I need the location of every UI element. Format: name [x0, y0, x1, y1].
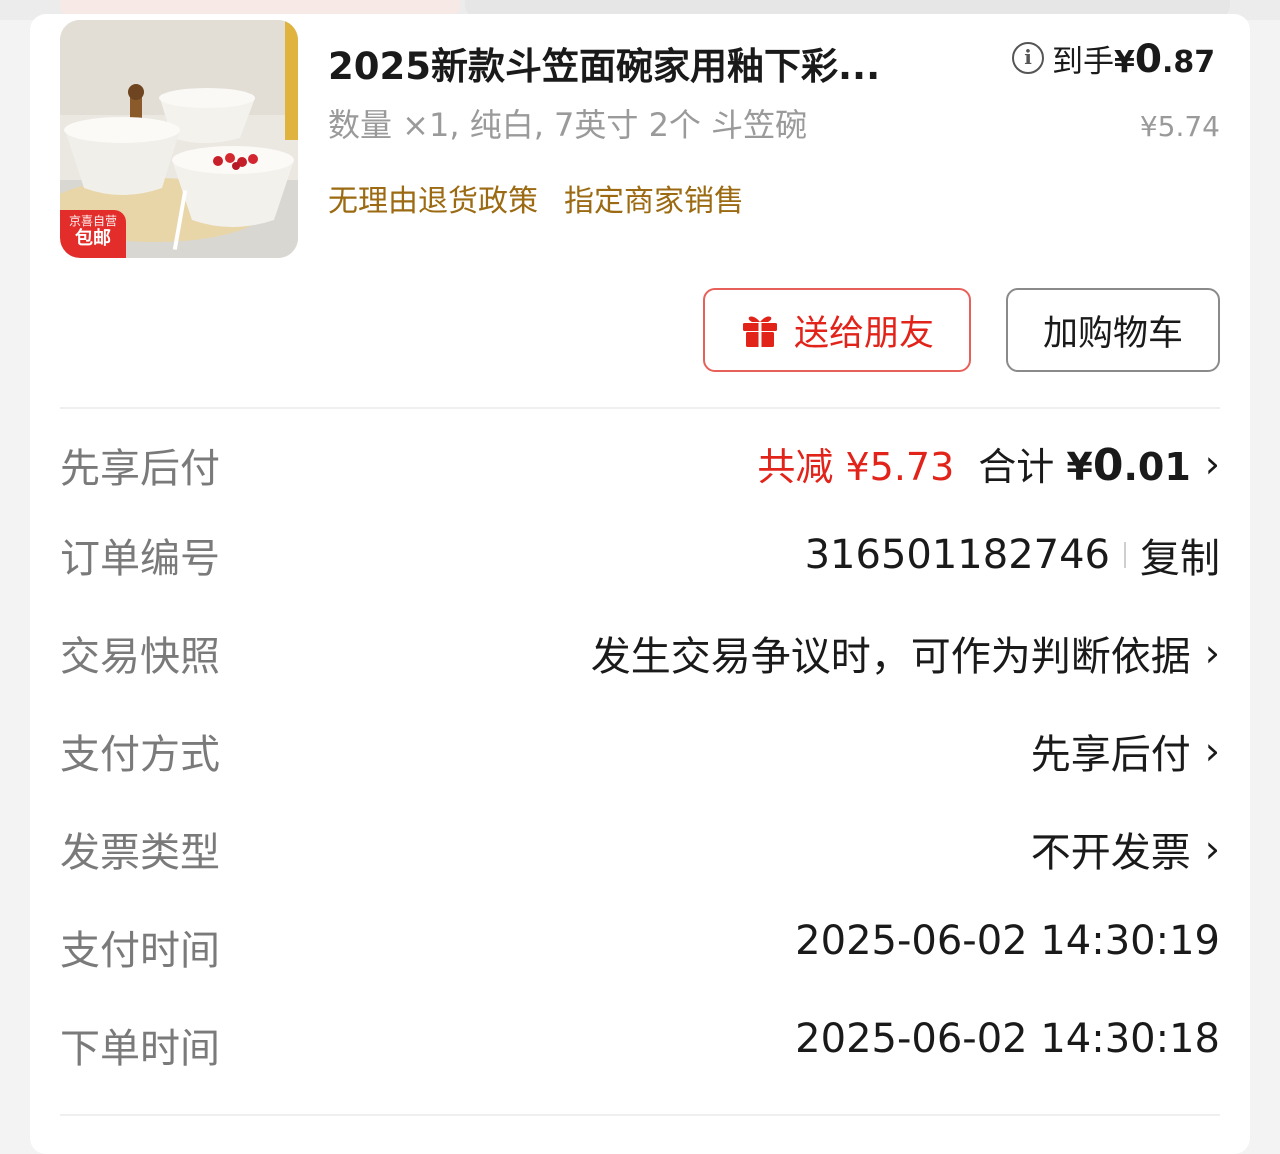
product-title[interactable]: 2025新款斗笠面碗家用釉下彩... [328, 36, 940, 90]
final-price-int: 0 [1134, 37, 1163, 82]
service-tags: 无理由退货政策 指定商家销售 [328, 176, 744, 220]
info-icon[interactable]: i [1012, 42, 1044, 74]
total-int: 0 [1092, 440, 1124, 491]
badge-bottom-text: 包邮 [75, 228, 111, 249]
order-time-value: 2025-06-02 14:30:18 [795, 1016, 1220, 1062]
payment-method-label: 支付方式 [60, 732, 220, 778]
snapshot-label: 交易快照 [60, 634, 220, 680]
order-number-value-group: 316501182746 复制 [805, 526, 1220, 584]
section-divider [60, 407, 1220, 409]
payment-method-value-group: 先享后付 › [1031, 722, 1220, 780]
payment-time-value: 2025-06-02 14:30:19 [795, 918, 1220, 964]
total-currency: ¥ [1066, 445, 1093, 489]
payment-summary-label: 先享后付 [60, 446, 220, 492]
chevron-right-icon: › [1204, 441, 1220, 486]
total-discount: 共减 ¥5.73 [757, 445, 955, 489]
order-time-row: 下单时间 2025-06-02 14:30:18 [60, 1010, 1220, 1072]
gift-button-label: 送给朋友 [793, 313, 934, 354]
order-card: 京喜自营 包邮 2025新款斗笠面碗家用釉下彩... i 到手¥0.87 数量 … [30, 14, 1250, 1154]
original-price: ¥5.74 [1139, 110, 1220, 143]
payment-summary-row[interactable]: 先享后付 共减 ¥5.73 合计 ¥0.01 › [60, 430, 1220, 492]
snapshot-value-group: 发生交易争议时，可作为判断依据 › [591, 624, 1220, 682]
payment-summary-value: 共减 ¥5.73 合计 ¥0.01 › [757, 436, 1220, 491]
tag-designated-seller: 指定商家销售 [564, 184, 744, 219]
cart-button-label: 加购物车 [1042, 313, 1183, 354]
total-amount: 合计 ¥0.01 [978, 436, 1191, 491]
order-number-label: 订单编号 [60, 536, 220, 582]
final-price-label: 到手 [1052, 44, 1114, 80]
chevron-right-icon: › [1204, 827, 1220, 871]
order-number-value: 316501182746 [804, 532, 1110, 578]
separator [1124, 542, 1126, 568]
payment-time-row: 支付时间 2025-06-02 14:30:19 [60, 912, 1220, 974]
snapshot-row[interactable]: 交易快照 发生交易争议时，可作为判断依据 › [60, 618, 1220, 680]
order-number-row: 订单编号 316501182746 复制 [60, 520, 1220, 582]
order-time-label: 下单时间 [60, 1026, 220, 1072]
gift-to-friend-button[interactable]: 送给朋友 [703, 288, 971, 372]
payment-method-value: 先享后付 [1030, 732, 1191, 778]
badge-top-text: 京喜自营 [68, 214, 117, 228]
final-price-currency: ¥ [1114, 45, 1135, 80]
copy-button[interactable]: 复制 [1140, 526, 1220, 584]
payment-time-label: 支付时间 [60, 928, 220, 974]
chevron-right-icon: › [1204, 729, 1220, 773]
tag-return-policy: 无理由退货政策 [328, 184, 538, 219]
snapshot-value: 发生交易争议时，可作为判断依据 [590, 634, 1191, 680]
add-to-cart-button[interactable]: 加购物车 [1006, 288, 1220, 372]
product-thumbnail[interactable]: 京喜自营 包邮 [60, 20, 298, 258]
self-operated-badge: 京喜自营 包邮 [60, 210, 126, 258]
chevron-right-icon: › [1204, 631, 1220, 675]
total-dec: .01 [1123, 445, 1191, 489]
invoice-type-row[interactable]: 发票类型 不开发票 › [60, 814, 1220, 876]
invoice-type-label: 发票类型 [60, 830, 220, 876]
bottom-divider [60, 1114, 1220, 1116]
total-label: 合计 [978, 445, 1067, 489]
final-price-dec: .87 [1162, 45, 1216, 80]
payment-method-row[interactable]: 支付方式 先享后付 › [60, 716, 1220, 778]
gift-icon [742, 316, 777, 347]
product-spec: 数量 ×1, 纯白, 7英寸 2个 斗笠碗 [328, 106, 808, 144]
invoice-type-value-group: 不开发票 › [1031, 820, 1220, 878]
final-price: 到手¥0.87 [1052, 36, 1215, 82]
invoice-type-value: 不开发票 [1030, 830, 1191, 876]
